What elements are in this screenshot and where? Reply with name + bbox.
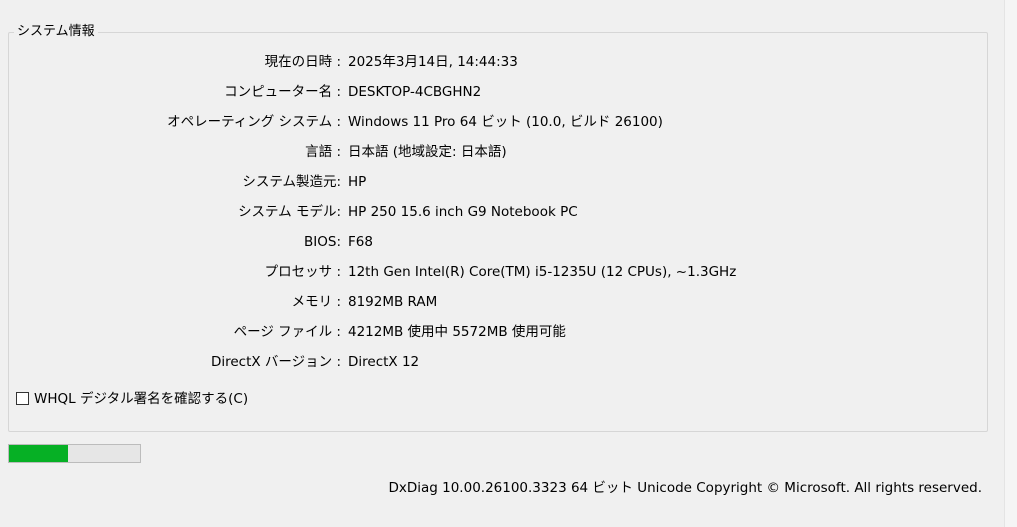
info-row-manufacturer: システム製造元: HP: [0, 170, 990, 194]
info-label: DirectX バージョン :: [210, 354, 341, 370]
info-label: ページ ファイル :: [233, 324, 341, 340]
progress-bar-fill: [9, 445, 68, 462]
info-row-model: システム モデル: HP 250 15.6 inch G9 Notebook P…: [0, 200, 990, 224]
info-row-bios: BIOS: F68: [0, 230, 990, 254]
info-row-operating-system: オペレーティング システム : Windows 11 Pro 64 ビット (1…: [0, 110, 990, 134]
info-label: システム モデル:: [238, 204, 341, 220]
info-value: HP 250 15.6 inch G9 Notebook PC: [348, 204, 578, 220]
info-row-language: 言語 : 日本語 (地域設定: 日本語): [0, 140, 990, 164]
info-label: 言語 :: [305, 144, 341, 160]
info-row-page-file: ページ ファイル : 4212MB 使用中 5572MB 使用可能: [0, 320, 990, 344]
info-value: F68: [348, 234, 373, 250]
whql-checkbox-label[interactable]: WHQL デジタル署名を確認する(C): [34, 391, 248, 407]
system-info-group-title: システム情報: [14, 23, 98, 41]
info-value: 12th Gen Intel(R) Core(TM) i5-1235U (12 …: [348, 264, 737, 280]
info-row-computer-name: コンピューター名 : DESKTOP-4CBGHN2: [0, 80, 990, 104]
info-label: BIOS:: [304, 234, 341, 250]
info-label: メモリ :: [291, 294, 341, 310]
progress-bar: [8, 444, 141, 463]
info-value: HP: [348, 174, 367, 190]
info-row-processor: プロセッサ : 12th Gen Intel(R) Core(TM) i5-12…: [0, 260, 990, 284]
info-value: Windows 11 Pro 64 ビット (10.0, ビルド 26100): [348, 114, 663, 130]
info-label: コンピューター名 :: [224, 84, 341, 100]
info-value: DESKTOP-4CBGHN2: [348, 84, 482, 100]
info-row-memory: メモリ : 8192MB RAM: [0, 290, 990, 314]
info-value: 8192MB RAM: [348, 294, 438, 310]
info-value: 4212MB 使用中 5572MB 使用可能: [348, 324, 566, 340]
info-label: 現在の日時 :: [264, 54, 341, 70]
info-value: 2025年3月14日, 14:44:33: [348, 54, 518, 70]
info-label: プロセッサ :: [264, 264, 341, 280]
window-edge-scrollbar: [1004, 0, 1017, 527]
whql-checkbox[interactable]: [16, 392, 29, 405]
info-row-directx: DirectX バージョン : DirectX 12: [0, 350, 990, 374]
footer-copyright: DxDiag 10.00.26100.3323 64 ビット Unicode C…: [388, 480, 982, 496]
info-label: システム製造元:: [242, 174, 341, 190]
info-label: オペレーティング システム :: [167, 114, 341, 130]
whql-checkbox-row[interactable]: WHQL デジタル署名を確認する(C): [16, 389, 248, 409]
info-value: 日本語 (地域設定: 日本語): [348, 144, 507, 160]
info-row-datetime: 現在の日時 : 2025年3月14日, 14:44:33: [0, 50, 990, 74]
info-value: DirectX 12: [348, 354, 420, 370]
